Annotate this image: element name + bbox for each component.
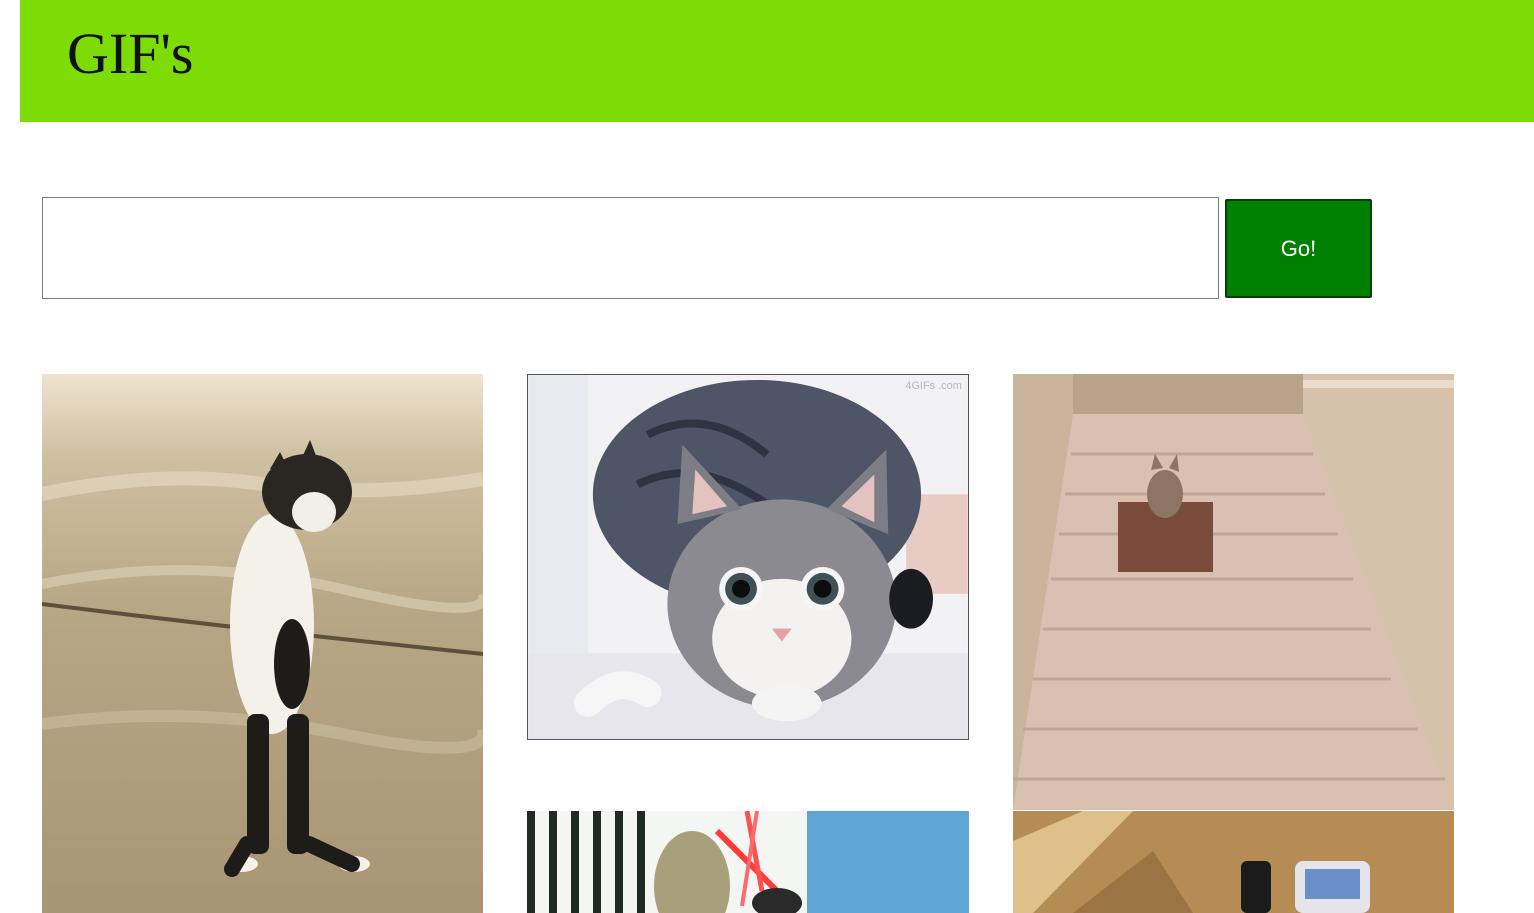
cat-crouching-image: 4GIFs .com: [528, 375, 968, 739]
gif-result-2[interactable]: 4GIFs .com: [527, 374, 969, 740]
go-button[interactable]: Go!: [1225, 199, 1372, 298]
cat-in-box-on-stairs-image: [1013, 374, 1454, 810]
gif-result-4[interactable]: [527, 811, 969, 913]
search-input[interactable]: [42, 197, 1219, 299]
watermark-text: 4GIFs .com: [905, 380, 961, 392]
cat-with-phone-image: [1013, 811, 1454, 913]
cat-standing-image: [42, 374, 483, 913]
gif-result-5[interactable]: [1013, 811, 1454, 913]
gif-result-1[interactable]: [42, 374, 483, 913]
gif-result-3[interactable]: [1013, 374, 1454, 810]
cat-lightsaber-image: [527, 811, 969, 913]
page-title: GIF's: [67, 21, 194, 86]
page-header: GIF's: [20, 0, 1534, 122]
